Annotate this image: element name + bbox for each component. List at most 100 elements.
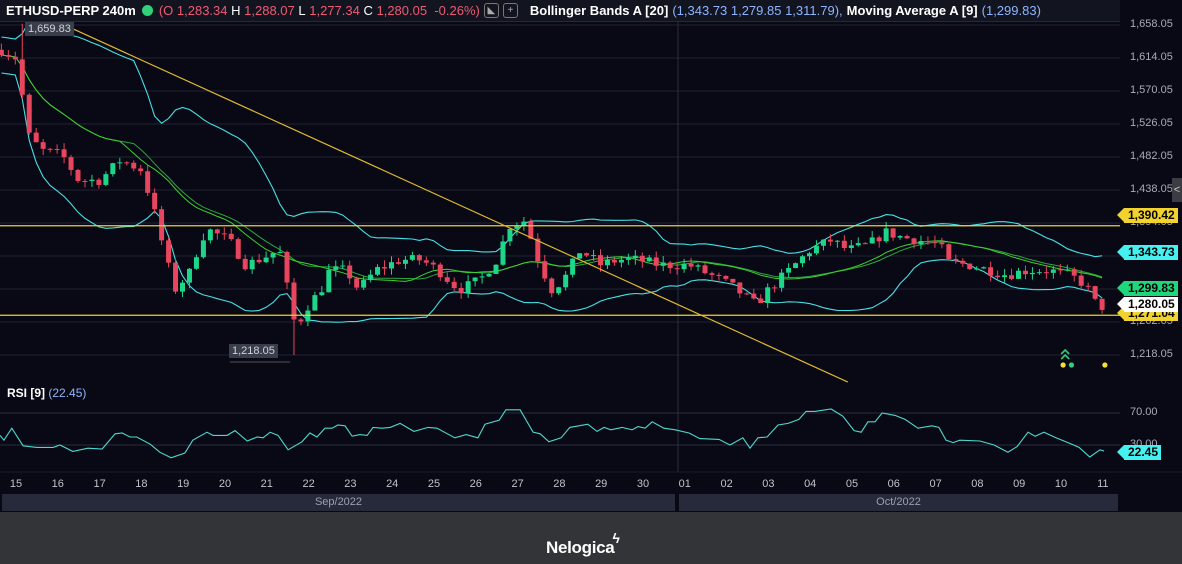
candle-body [1022,270,1028,275]
price-tick-label: 1,438.05 [1130,183,1173,195]
candle-body [1092,286,1098,299]
price-tick-label: 1,218.05 [1130,348,1173,360]
candle-body [793,263,799,269]
price-tick-label: 1,658.05 [1130,18,1173,30]
candle-body [779,272,785,288]
candle-body [918,241,924,245]
candle-body [591,255,597,257]
max-price-label: 1,659.83 [25,22,74,36]
candle-body [382,267,388,269]
candle-body [368,274,374,281]
symbol-label[interactable]: ETHUSD-PERP 240m [6,3,136,18]
candle-body [883,228,889,242]
candle-body [639,255,645,262]
candle-body [326,269,332,293]
bollinger-values: (1,343.73 1,279.85 1,311.79), [672,3,843,18]
candle-body [173,262,179,292]
candle-body [40,142,46,149]
collapse-panel-button[interactable]: < [1172,178,1182,202]
day-tick-label: 29 [595,478,608,490]
day-tick-label: 09 [1013,478,1026,490]
candle-body [848,245,854,248]
candle-body [193,257,199,269]
candle-body [1099,298,1105,310]
candle-body [479,276,485,278]
candle-body [1009,275,1015,279]
close-value: 1,280.05 [376,3,428,18]
candle-body [570,258,576,275]
candle-body [862,243,868,245]
candle-body [96,179,102,185]
candle-body [974,268,980,270]
candle-body [472,277,478,282]
candle-body [500,241,506,265]
day-tick-label: 05 [845,478,859,490]
candle-body [604,259,610,266]
candle-body [277,251,283,254]
day-tick-label: 25 [427,478,441,490]
candle-body [451,281,457,289]
candle-body [751,293,757,299]
candle-body [765,287,771,303]
candle-body [389,262,395,269]
candle-body [911,238,917,245]
candle-body [688,263,694,267]
candle-body [549,278,555,294]
candle-body [82,180,88,182]
candle-body [660,262,666,266]
candle-body [75,169,81,181]
candle-body [772,287,778,289]
candle-body [674,268,680,270]
day-tick-label: 02 [720,478,733,490]
day-tick-label: 15 [9,478,23,490]
candle-body [800,256,806,264]
candle-body [110,163,116,175]
rsi-label[interactable]: RSI [9] (22.45) [7,386,86,400]
candle-body [145,171,151,193]
candle-body [312,295,318,311]
candle-body [904,236,910,239]
candle-body [855,243,861,246]
day-tick-label: 04 [804,478,817,490]
candle-body [813,245,819,254]
candle-body [953,258,959,261]
candle-body [180,282,186,292]
bollinger-label[interactable]: Bollinger Bands A [20] [530,3,668,18]
candle-body [33,132,39,143]
candle-body [869,237,875,244]
candle-body [1064,269,1070,271]
candle-body [820,239,826,246]
price-plot[interactable] [0,0,1182,512]
candle-body [737,282,743,294]
candle-body [214,229,220,234]
tag-ma: 1,299.83 [1117,281,1178,296]
candle-body [730,278,736,283]
candle-body [834,240,840,242]
add-indicator-button[interactable]: + [502,3,518,18]
open-prefix: (O [158,3,174,18]
logo-bolt-icon: ϟ [612,530,620,546]
candle-body [305,310,311,322]
day-tick-label: 17 [93,478,106,490]
candle-body [946,244,952,259]
candle-body [556,287,562,294]
candle-body [159,209,165,241]
candle-body [653,257,659,266]
ma-label[interactable]: Moving Average A [9] [847,3,978,18]
candle-body [667,262,673,269]
candle-body [709,273,715,275]
low-value: 1,277.34 [309,3,360,18]
candle-body [138,168,144,172]
signal-dot-icon [1102,362,1108,368]
day-tick-label: 06 [887,478,900,490]
candle-body [124,162,130,164]
day-tick-label: 22 [302,478,315,490]
signal-dot-icon [1060,362,1066,368]
rsi-title: RSI [9] [7,386,46,400]
price-tick-label: 1,614.05 [1130,51,1173,63]
candle-body [681,263,687,270]
candle-body [1050,269,1056,273]
candle-body [486,273,492,277]
candle-body [807,253,813,257]
chart-type-button[interactable]: ◣ [483,3,499,18]
